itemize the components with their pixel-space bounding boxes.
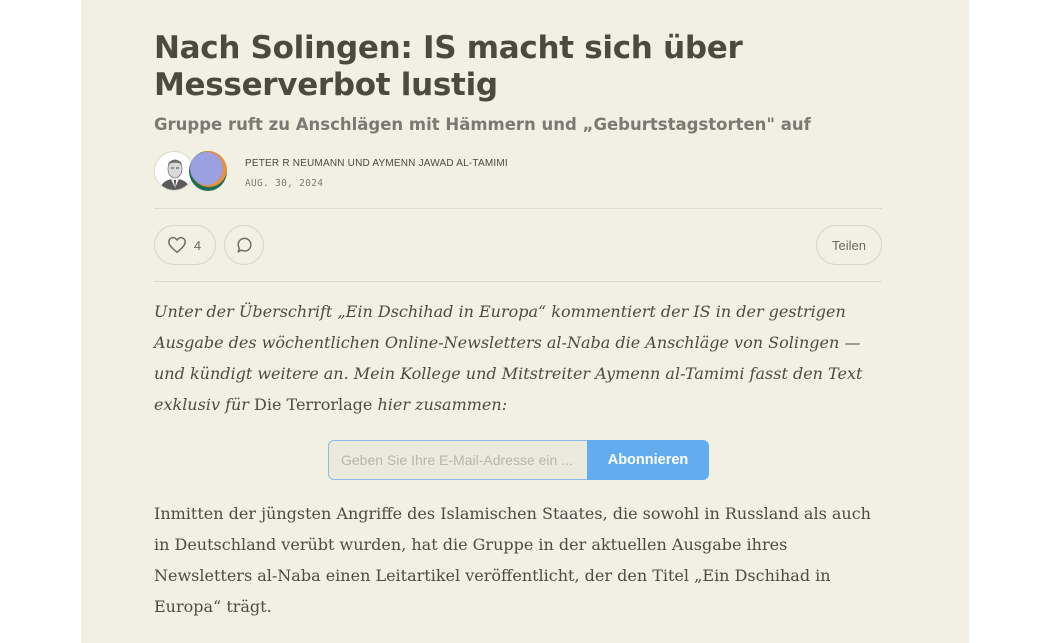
post-subtitle: Gruppe ruft zu Anschlägen mit Hämmern un…: [154, 115, 811, 134]
like-count: 4: [193, 237, 202, 253]
divider-top: [154, 208, 882, 209]
share-button-label: Teilen: [832, 237, 866, 253]
comment-bubble-icon: [236, 237, 252, 253]
post-date: AUG. 30, 2024: [245, 178, 324, 189]
post-authors[interactable]: PETER R NEUMANN UND AYMENN JAWAD AL-TAMI…: [245, 158, 508, 169]
divider-bottom: [154, 281, 882, 282]
author-avatar-neumann[interactable]: [154, 151, 194, 191]
subscribe-button[interactable]: Abonnieren: [587, 440, 709, 480]
share-button[interactable]: Teilen: [816, 225, 882, 265]
email-input[interactable]: [328, 440, 590, 480]
avatar-ring-purple: [190, 152, 223, 185]
intro-text-2: hier zusammen:: [372, 395, 508, 414]
author-avatar-al-tamimi[interactable]: [189, 151, 227, 191]
heart-icon: [167, 236, 186, 254]
body-paragraph: Inmitten der jüngsten Angriffe des Islam…: [154, 504, 871, 616]
intro-publication-link[interactable]: Die Terrorlage: [254, 395, 372, 414]
post-page: Nach Solingen: IS macht sich über Messer…: [81, 0, 969, 643]
intro-paragraph: Unter der Überschrift „Ein Dschihad in E…: [154, 296, 882, 420]
author-avatars: [154, 151, 234, 193]
comment-button[interactable]: [224, 225, 264, 265]
post-title: Nach Solingen: IS macht sich über Messer…: [154, 30, 743, 103]
like-button[interactable]: 4: [154, 225, 216, 265]
subscribe-form: Abonnieren: [328, 440, 709, 480]
